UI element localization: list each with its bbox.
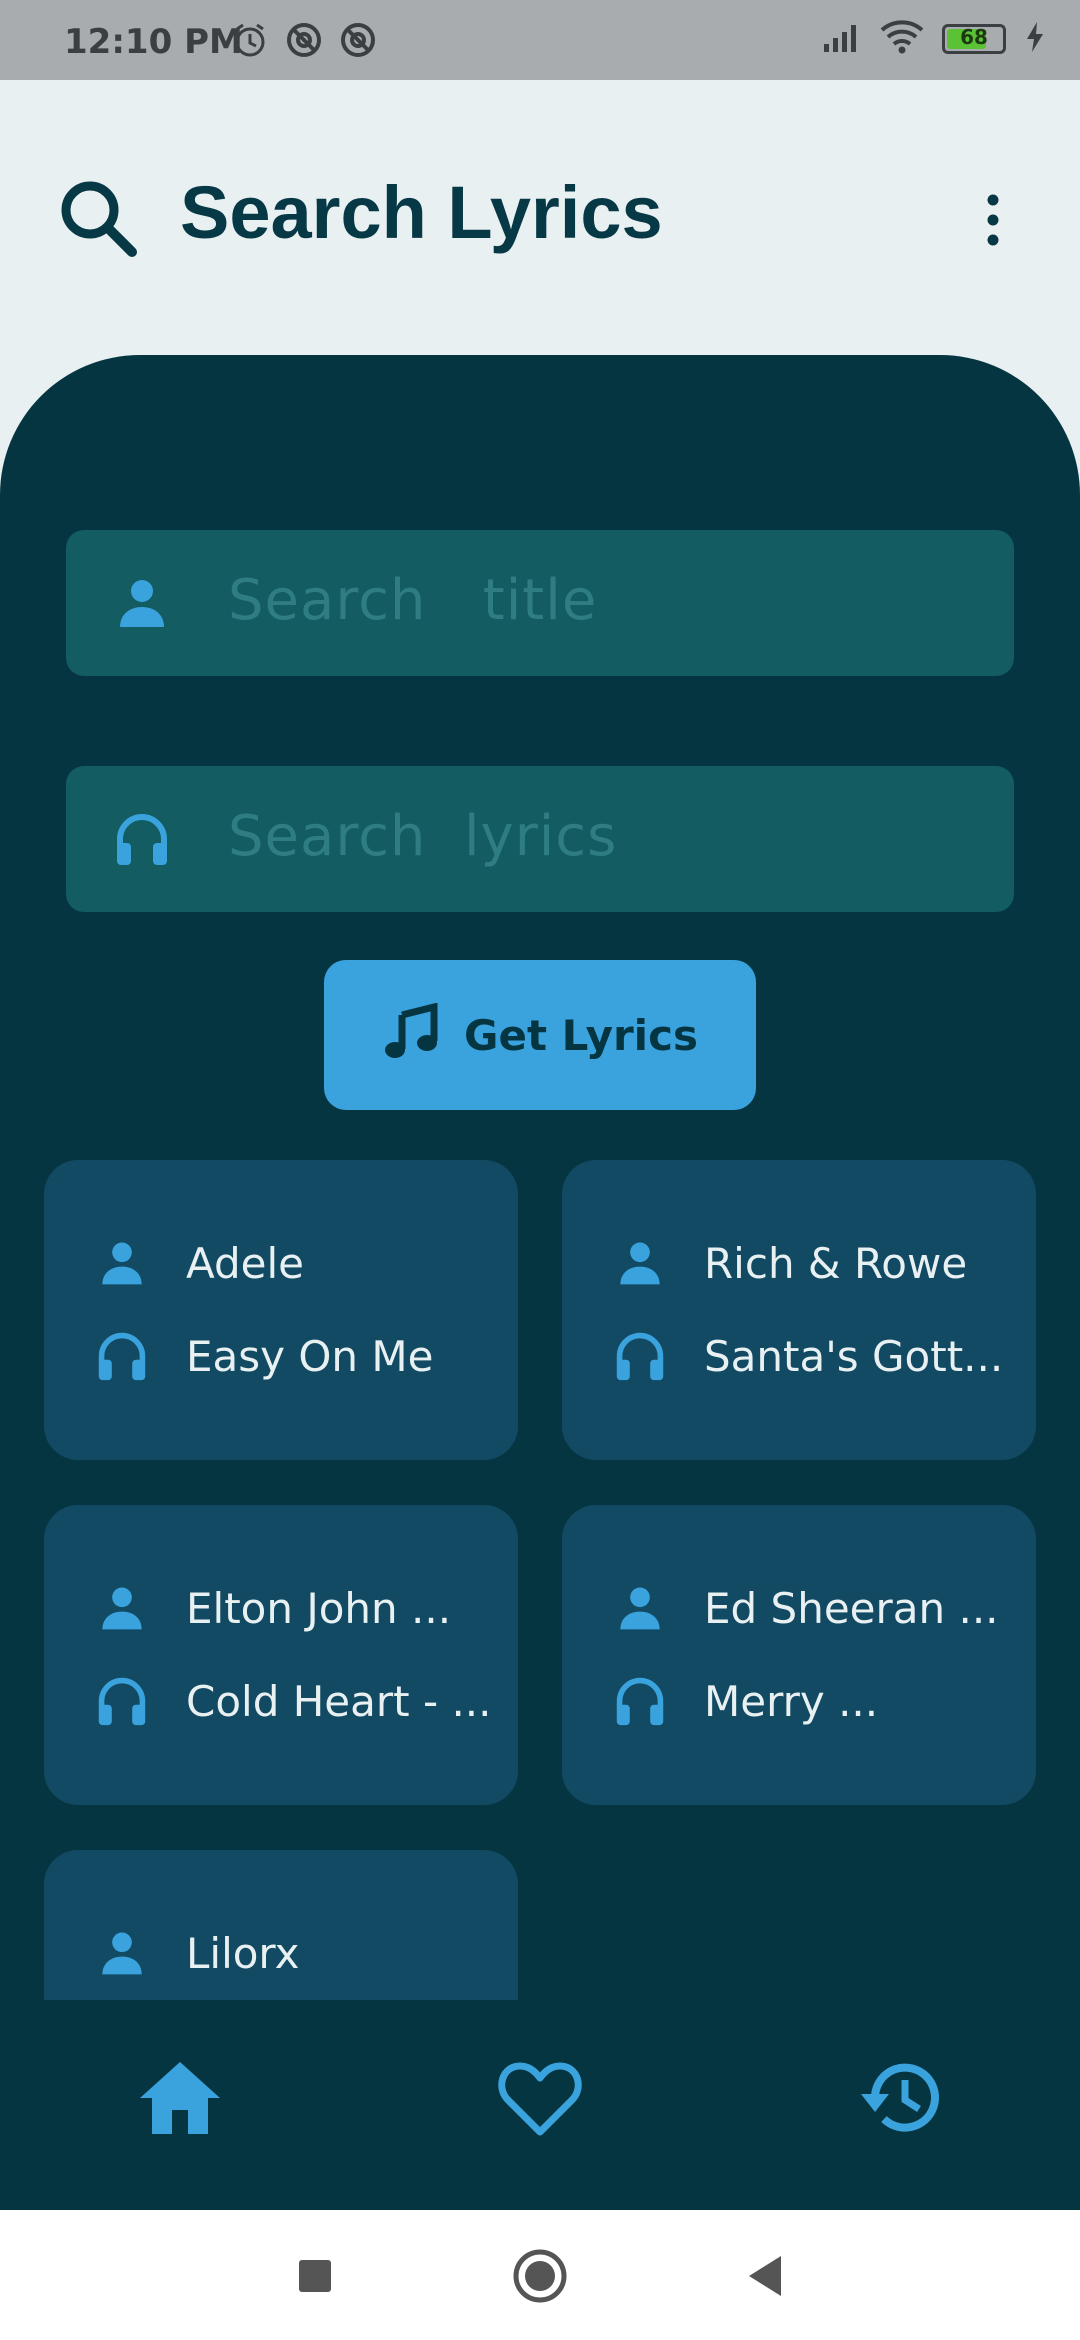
search-lyrics-placeholder: Search lyrics [228,804,618,869]
lyrics-card[interactable]: Rich & Rowe Santa's Gott... [562,1160,1036,1460]
nav-history[interactable] [850,2050,950,2150]
status-icons-left [230,20,378,64]
get-lyrics-button[interactable]: Get Lyrics [324,960,756,1110]
card-song-row: Merry ... [612,1673,878,1729]
get-lyrics-label: Get Lyrics [464,1010,698,1060]
back-button[interactable] [735,2248,795,2308]
card-artist: Elton John ... [186,1583,452,1633]
search-title-input[interactable]: Search title [66,530,1014,676]
music-note-icon [382,1002,442,1067]
card-song-row: Easy On Me [94,1328,433,1384]
alarm-icon [230,20,270,64]
main-panel: Search title Search lyrics Get Lyrics Ad… [0,355,1080,2210]
card-artist-row: Rich & Rowe [612,1235,967,1291]
bottom-nav [0,2000,1080,2210]
signal-icon [822,20,862,58]
more-vert-icon[interactable] [978,190,1008,254]
square-icon [298,2259,332,2297]
lyrics-card[interactable]: Ed Sheeran ... Merry ... [562,1505,1036,1805]
headphones-icon [612,1673,668,1729]
card-artist: Rich & Rowe [704,1238,968,1288]
person-icon [94,1925,150,1981]
circle-icon [512,2248,568,2308]
app-notification-icon [284,20,324,64]
card-song: Easy On Me [186,1331,434,1381]
person-icon [612,1580,668,1636]
person-icon [114,575,170,635]
page-title: Search Lyrics [180,171,663,254]
favorite-icon [498,2058,582,2142]
person-icon [612,1235,668,1291]
home-icon [138,2058,222,2142]
card-song: Cold Heart - ... [186,1676,492,1726]
lyrics-card[interactable]: Adele Easy On Me [44,1160,518,1460]
search-lyrics-input[interactable]: Search lyrics [66,766,1014,912]
card-artist-row: Elton John ... [94,1580,451,1636]
card-artist-row: Adele [94,1235,304,1291]
card-artist: Ed Sheeran ... [704,1583,999,1633]
headphones-icon [612,1328,668,1384]
recents-button[interactable] [285,2248,345,2308]
card-artist: Adele [186,1238,305,1288]
headphones-icon [94,1673,150,1729]
lyrics-card[interactable]: Elton John ... Cold Heart - ... [44,1505,518,1805]
battery-level: 68 [960,25,988,49]
battery-icon: 68 [942,24,1006,54]
back-triangle-icon [745,2254,785,2302]
status-time: 12:10 PM [64,22,243,62]
person-icon [94,1580,150,1636]
history-icon [855,2056,945,2144]
card-artist-row: Lilorx [94,1925,299,1981]
nav-home[interactable] [130,2050,230,2150]
card-song-row: Cold Heart - ... [94,1673,492,1729]
status-icons-right: 68 [822,20,1046,58]
nav-favorites[interactable] [490,2050,590,2150]
status-bar: 12:10 PM 68 [0,0,1080,80]
card-song-row: Santa's Gott... [612,1328,1003,1384]
lyrics-card[interactable]: Lilorx [44,1850,518,2000]
card-song: Santa's Gott... [704,1331,1004,1381]
headphones-icon [94,1328,150,1384]
system-nav-bar [0,2210,1080,2340]
wifi-icon [880,20,924,58]
headphones-icon [114,811,170,871]
card-artist-row: Ed Sheeran ... [612,1580,999,1636]
charging-icon [1024,20,1046,58]
home-system-button[interactable] [510,2248,570,2308]
app-notification-icon [338,20,378,64]
search-title-placeholder: Search title [228,568,598,633]
person-icon [94,1235,150,1291]
card-song: Merry ... [704,1676,879,1726]
search-icon[interactable] [56,176,140,264]
card-artist: Lilorx [186,1928,300,1978]
